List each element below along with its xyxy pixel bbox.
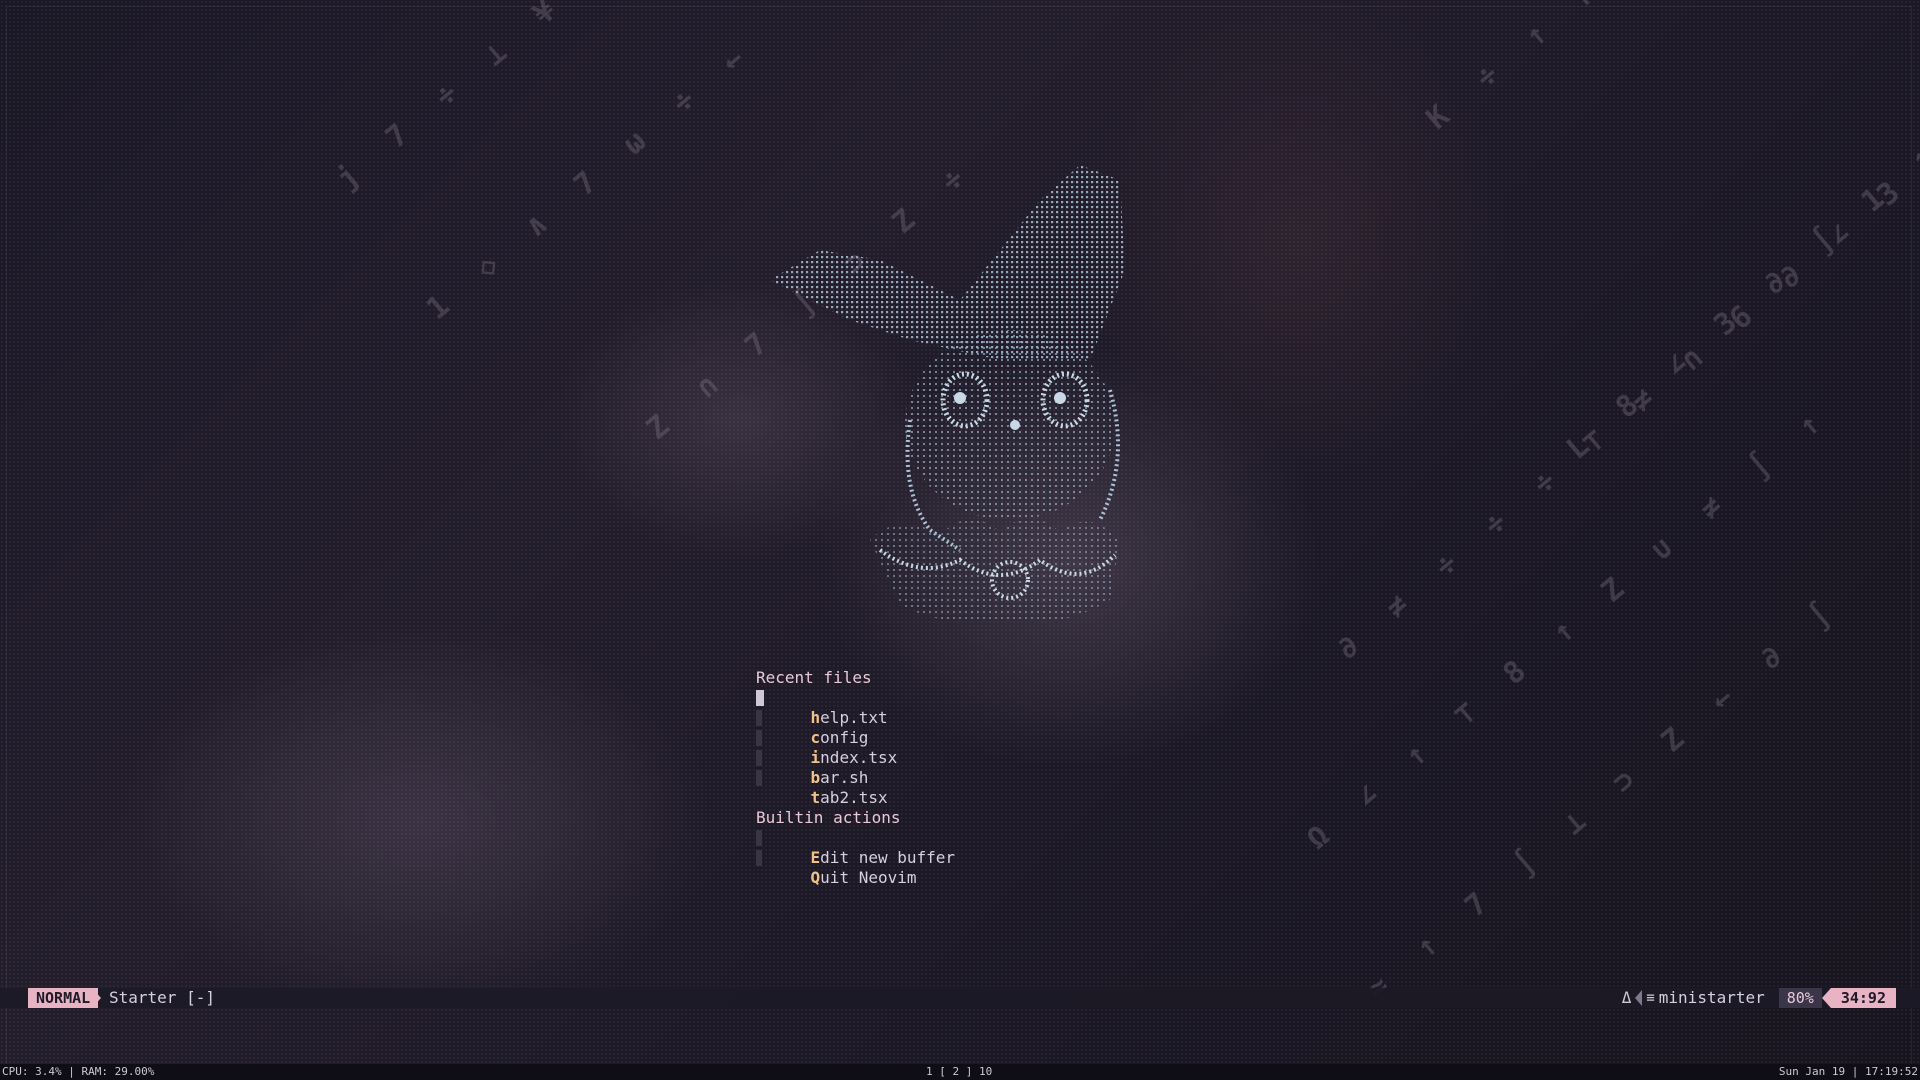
- system-bar: CPU: 3.4% | RAM: 29.00% 1 [ 2 ] 10 Sun J…: [0, 1064, 1920, 1080]
- action-edit-new-buffer[interactable]: Edit new buffer: [756, 828, 955, 867]
- item-hotkey: Q: [810, 868, 821, 887]
- separator-icon: [1635, 990, 1643, 1006]
- filetype-icon: ≡: [1646, 990, 1655, 1006]
- cursor-block-icon: [756, 690, 764, 706]
- recent-file-item[interactable]: tab2.tsx: [756, 768, 955, 807]
- scroll-percent: 80%: [1778, 988, 1822, 1008]
- wallpaper-glyphs: L 8 ∠ 3 ∂ ∫ 1 ↑: [1560, 130, 1920, 467]
- system-stats: CPU: 3.4% | RAM: 29.00%: [2, 1065, 155, 1078]
- item-label: ab2.tsx: [820, 788, 888, 807]
- clock: Sun Jan 19 | 17:19:52: [1778, 1065, 1918, 1078]
- recent-file-item[interactable]: bar.sh: [756, 748, 955, 787]
- recent-file-item[interactable]: help.txt: [756, 688, 955, 727]
- wallpaper-glyphs: ∂ ≠ ÷ ÷ ÷ ⊤ ≠ ∩ 6 ∂ ∠ 3 9: [1330, 124, 1920, 667]
- starter-menu: Recent files help.txt config index.tsx b…: [756, 668, 955, 887]
- wallpaper-glyphs: j 7 ÷ ⊥ ¥ ~ ≈: [330, 0, 672, 197]
- recent-file-item[interactable]: config: [756, 708, 955, 747]
- nvim-statusline: NORMAL Starter [-] Δ ≡ ministarter 80% 3…: [0, 988, 1920, 1008]
- buffer-name: Starter [-]: [109, 988, 215, 1007]
- statusline-right: Δ ≡ ministarter 80% 34:92: [1622, 988, 1896, 1008]
- cat-ascii-art: [770, 165, 1125, 623]
- position-separator: [1821, 988, 1831, 1008]
- filetype-label: ministarter: [1658, 988, 1765, 1007]
- mode-indicator: NORMAL: [28, 988, 99, 1008]
- wallpaper-glyphs: Ω ∠ ↑ ⊤ 8 ↑ Z ∪ ≠ ∫ ↑: [1300, 397, 1839, 857]
- wallpaper-glyphs: ≈ ↑ 7 ∫ ⊥ ⊃ Z ← ∂ ∫: [1360, 588, 1850, 1007]
- recent-file-item[interactable]: index.tsx: [756, 728, 955, 767]
- action-quit-neovim[interactable]: Quit Neovim: [756, 848, 955, 887]
- wallpaper-glyphs: K ÷ ↑ ∩ ∂ ∩ @: [1420, 0, 1762, 137]
- wallpaper-glyphs: 1 ◇ ∧ 7 ω ÷ ←: [420, 32, 762, 327]
- item-hotkey: t: [810, 788, 821, 807]
- cursor-position: 34:92: [1830, 988, 1896, 1008]
- mode-separator: [92, 988, 101, 1008]
- item-label: uit Neovim: [820, 868, 917, 887]
- section-header-recent-files: Recent files: [756, 668, 872, 687]
- workspace-indicator[interactable]: 1 [ 2 ] 10: [926, 1064, 992, 1080]
- git-branch-icon: Δ: [1621, 988, 1632, 1007]
